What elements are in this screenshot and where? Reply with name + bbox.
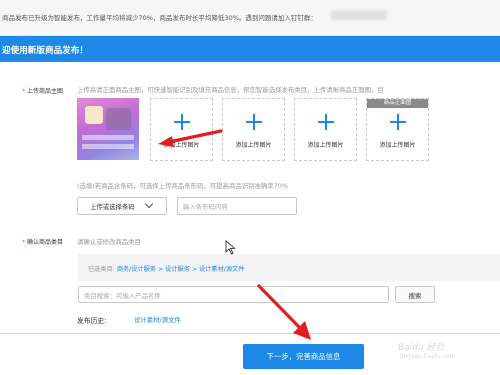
category-hint: 请确认或修改商品类目 (77, 238, 141, 246)
selected-category-panel: 已选类目: 商务/设计服务 > 设计服务 > 设计素材/源文件 (78, 254, 500, 281)
barcode-input[interactable]: 输入条形码内容 (177, 197, 297, 215)
chevron-down-icon (144, 199, 154, 209)
plus-icon (318, 114, 334, 130)
category-search-input[interactable]: 类目搜索：可输入产品名称 (78, 286, 389, 303)
blurred-group-number (331, 10, 387, 20)
publish-history-link[interactable]: 设计素材/源文件 (134, 315, 181, 324)
upload-caption: 添加上传图片 (235, 142, 272, 149)
upload-slot-front[interactable]: 商品正面图 添加上传图片 (366, 98, 429, 161)
plus-icon (390, 114, 406, 130)
category-search-button[interactable]: 搜索 (395, 286, 435, 303)
banner-title: 迎使用新版商品发布！ (2, 46, 88, 56)
upload-caption: 添加上传图片 (379, 142, 416, 149)
red-arrow-annotation (257, 284, 311, 340)
next-step-label: 下一步，完善商品信息 (266, 352, 341, 361)
watermark-url: jingyan.baidu.com (400, 353, 456, 360)
main-image-hint: 上传高清正面商品主图，可快速智能识别及填充商品信息，帮您智能选择发布类目，上传清… (77, 86, 384, 94)
required-star: * (22, 88, 25, 95)
publish-history-label: 发布历史: (77, 317, 107, 325)
main-image-label: * 上传商品主图 (22, 88, 64, 95)
selected-category-path[interactable]: 商务/设计服务 > 设计服务 > 设计素材/源文件 (117, 266, 245, 273)
category-label: * 确认商品类目 (22, 239, 64, 246)
barcode-input-placeholder: 输入条形码内容 (183, 203, 228, 211)
uploaded-thumbnail[interactable] (77, 98, 139, 160)
upload-slot-3[interactable]: 添加上传图片 (294, 98, 357, 161)
selected-category-text: 已选类目: 商务/设计服务 > 设计服务 > 设计素材/源文件 (88, 266, 245, 273)
watermark-logo: Baidu 经验 (398, 343, 445, 353)
upload-slot-2[interactable]: 添加上传图片 (222, 98, 285, 161)
welcome-banner: 迎使用新版商品发布！ (0, 36, 500, 62)
required-star: * (22, 239, 25, 246)
plus-icon (246, 114, 262, 130)
top-notice-bar: 商品发布已升级为智能发布，工作量平均将减少70%，商品发布时长平均降低30%。遇… (0, 0, 500, 36)
upload-caption: 添加上传图片 (307, 142, 344, 149)
next-step-button[interactable]: 下一步，完善商品信息 (243, 344, 364, 369)
cursor-icon (225, 240, 236, 255)
upload-barcode-button[interactable]: 上传或选择条码 (77, 197, 167, 215)
front-image-tag: 商品正面图 (367, 99, 428, 108)
barcode-hint: (选填)若商品含条码，可选择上传商品条形码，可提高商品识别准确率70% (77, 182, 288, 190)
footer-divider (0, 333, 500, 334)
upgrade-notice-text: 商品发布已升级为智能发布，工作量平均将减少70%，商品发布时长平均降低30%。遇… (2, 14, 317, 22)
category-search-placeholder: 类目搜索：可输入产品名称 (84, 292, 161, 300)
upload-barcode-label: 上传或选择条码 (90, 203, 135, 211)
red-arrow-annotation (158, 129, 223, 147)
